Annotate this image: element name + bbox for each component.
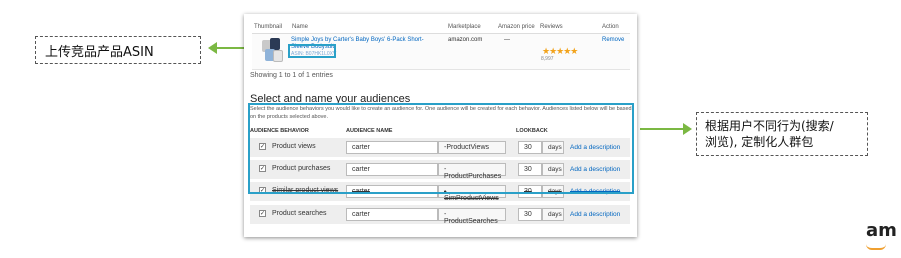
arrow-right-icon: [640, 123, 692, 135]
callout-left-text: 上传竞品产品ASIN: [45, 44, 154, 60]
th-amazon-price: Amazon price: [498, 24, 535, 30]
checkbox-product-searches[interactable]: ✓: [259, 210, 266, 217]
remove-link[interactable]: Remove: [602, 37, 624, 43]
product-thumbnail: [262, 38, 284, 64]
th-reviews: Reviews: [540, 24, 563, 30]
product-price: —: [504, 37, 510, 43]
audience-row-product-searches: ✓ Product searches carter -ProductSearch…: [250, 205, 630, 225]
audience-name-suffix: -ProductSearches: [438, 208, 506, 225]
amazon-logo: am: [866, 220, 897, 241]
th-action: Action: [602, 24, 619, 30]
asin-highlight-box: [288, 44, 336, 58]
entries-count: Showing 1 to 1 of 1 entries: [250, 72, 333, 79]
audience-builder-panel: Thumbnail Name Marketplace Amazon price …: [244, 14, 637, 237]
product-table-header: Thumbnail Name Marketplace Amazon price …: [252, 22, 630, 34]
add-description-link[interactable]: Add a description: [570, 211, 620, 218]
lookback-input[interactable]: 30: [518, 208, 542, 221]
callout-custom-audience: 根据用户不同行为(搜索/ 浏览), 定制化人群包: [696, 112, 868, 156]
amazon-smile-icon: [866, 244, 886, 250]
behavior-label: Product searches: [272, 210, 327, 217]
callout-right-line1: 根据用户不同行为(搜索/: [705, 119, 834, 133]
callout-right-line2: 浏览), 定制化人群包: [705, 135, 814, 149]
review-count: 8,997: [541, 56, 554, 62]
table-row: Simple Joys by Carter's Baby Boys' 6-Pac…: [252, 34, 630, 70]
th-marketplace: Marketplace: [448, 24, 481, 30]
behavior-highlight-box: [248, 103, 634, 194]
th-name: Name: [292, 24, 309, 30]
audience-name-input[interactable]: carter: [346, 208, 438, 221]
product-marketplace: amazon.com: [448, 37, 483, 43]
callout-upload-asin: 上传竞品产品ASIN: [35, 36, 201, 64]
th-thumbnail: Thumbnail: [254, 24, 283, 30]
lookback-unit: days: [542, 208, 564, 221]
